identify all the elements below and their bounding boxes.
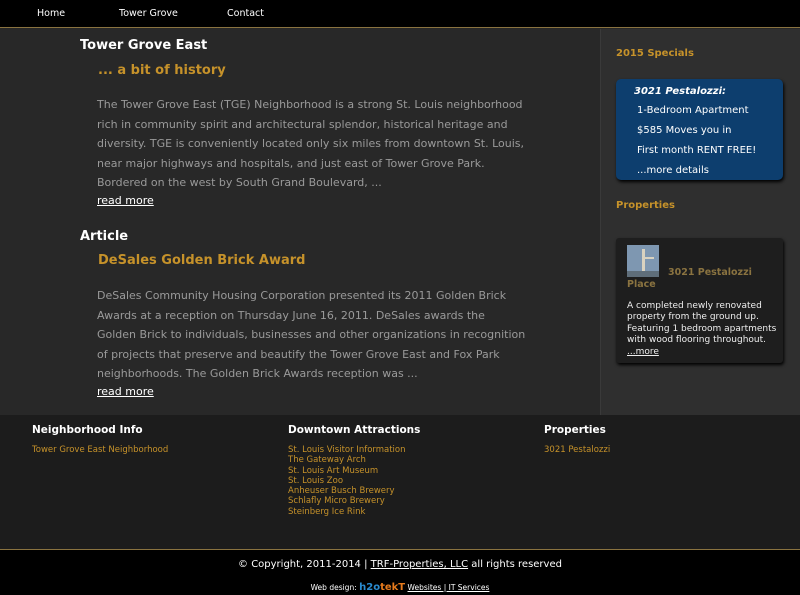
property-more-link[interactable]: ...more (627, 347, 659, 357)
top-nav: Home Tower Grove Contact (0, 0, 800, 28)
footer-heading-attractions: Downtown Attractions (288, 424, 421, 436)
section-body: The Tower Grove East (TGE) Neighborhood … (97, 98, 525, 189)
footer-heading-properties: Properties (544, 424, 606, 436)
footer-heading-neighborhood: Neighborhood Info (32, 424, 143, 436)
article-read-more-link[interactable]: read more (97, 385, 154, 398)
copyright-prefix: © Copyright, 2011-2014 | (238, 559, 368, 570)
property-thumbnail[interactable] (627, 245, 659, 277)
property-description: A completed newly renovated property fro… (627, 301, 777, 358)
footer-link[interactable]: Anheuser Busch Brewery (288, 486, 406, 496)
special-line: 1-Bedroom Apartment (637, 105, 749, 116)
footer-link[interactable]: Steinberg Ice Rink (288, 507, 406, 517)
copyright: © Copyright, 2011-2014 | TRF-Properties,… (0, 559, 800, 570)
section-subtitle: ... a bit of history (98, 63, 226, 78)
credit-prefix: Web design: (310, 583, 357, 592)
nav-home[interactable]: Home (37, 8, 65, 19)
article-body: DeSales Community Housing Corporation pr… (97, 289, 526, 380)
property-card: 3021 Pestalozzi Place A completed newly … (616, 238, 783, 363)
property-name-link[interactable]: Place (627, 279, 656, 290)
property-name-link[interactable]: 3021 Pestalozzi (668, 267, 752, 278)
read-more-link[interactable]: read more (97, 194, 154, 207)
footer-link[interactable]: The Gateway Arch (288, 455, 406, 465)
logo-part: tekT (380, 582, 406, 593)
special-title: 3021 Pestalozzi: (634, 86, 727, 97)
nav-tower-grove[interactable]: Tower Grove (119, 8, 178, 19)
footer-list-attractions: St. Louis Visitor Information The Gatewa… (288, 445, 406, 517)
article-subtitle: DeSales Golden Brick Award (98, 253, 306, 268)
article-title: Article (80, 229, 129, 244)
more-details-link[interactable]: ...more details (637, 165, 709, 176)
logo-part: h2o (359, 582, 381, 593)
web-design-credit: Web design: h2otekT Websites | IT Servic… (0, 582, 800, 593)
section-title: Tower Grove East (80, 38, 208, 53)
special-line: $585 Moves you in (637, 125, 732, 136)
special-line: First month RENT FREE! (637, 145, 757, 156)
footer-list-neighborhood: Tower Grove East Neighborhood (32, 445, 168, 455)
property-description-text: A completed newly renovated property fro… (627, 301, 777, 346)
footer-link[interactable]: 3021 Pestalozzi (544, 445, 610, 455)
designer-services-link[interactable]: Websites | IT Services (408, 583, 490, 592)
footer-list-properties: 3021 Pestalozzi (544, 445, 610, 455)
special-box: 3021 Pestalozzi: 1-Bedroom Apartment $58… (616, 79, 783, 180)
properties-heading: Properties (616, 200, 675, 211)
footer-link[interactable]: Tower Grove East Neighborhood (32, 445, 168, 455)
copyright-suffix: all rights reserved (471, 559, 562, 570)
designer-logo[interactable]: h2otekT (359, 582, 405, 593)
nav-contact[interactable]: Contact (227, 8, 264, 19)
specials-heading: 2015 Specials (616, 48, 694, 59)
footer-link[interactable]: St. Louis Zoo (288, 476, 406, 486)
footer-link[interactable]: St. Louis Visitor Information (288, 445, 406, 455)
footer-link[interactable]: Schlafly Micro Brewery (288, 496, 406, 506)
company-link[interactable]: TRF-Properties, LLC (371, 559, 468, 570)
footer-link[interactable]: St. Louis Art Museum (288, 466, 406, 476)
